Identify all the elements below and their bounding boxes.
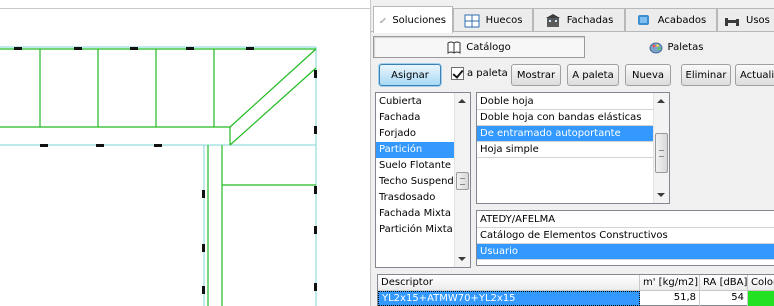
grid-cell-descriptor[interactable]: YL2x15+ATMW70+YL2x15 <box>378 291 640 306</box>
main-tab-bar: Soluciones Huecos Fachadas Acabados Usos <box>371 6 774 33</box>
tab-huecos[interactable]: Huecos <box>453 8 533 32</box>
column-header-mass[interactable]: m' [kg/m2] <box>640 275 700 291</box>
checkbox-checked-icon <box>451 67 464 80</box>
tab-fachadas[interactable]: Fachadas <box>533 8 625 32</box>
eliminar-button[interactable]: Eliminar <box>681 64 731 86</box>
category-list-item[interactable]: Suelo Flotante <box>376 158 454 174</box>
drawing-canvas[interactable] <box>0 0 370 306</box>
category-items: Cubierta Fachada Forjado Partición Suelo Flo… <box>376 94 454 238</box>
solution-type-list-item[interactable]: De entramado autoportante <box>477 126 653 142</box>
tab-acabados[interactable]: Acabados <box>625 8 717 32</box>
tab-usos[interactable]: Usos <box>717 8 774 32</box>
solution-type-items: Doble hoja Doble hoja con bandas elástica… <box>477 94 653 158</box>
solution-type-list[interactable]: Doble hoja Doble hoja con bandas elástica… <box>476 92 670 204</box>
asignar-button[interactable]: Asignar <box>379 64 441 86</box>
solutions-grid[interactable]: Descriptor m' [kg/m2] RA [dBA] Color YL2… <box>377 274 774 306</box>
catalog-source-list-item[interactable]: Usuario <box>477 244 774 260</box>
tab-huecos-label: Huecos <box>485 15 523 26</box>
solution-type-list-item[interactable]: Doble hoja con bandas elásticas <box>477 110 653 126</box>
mostrar-button[interactable]: Mostrar <box>511 64 561 86</box>
book-icon <box>447 41 461 54</box>
canvas-guide-lines <box>0 46 317 306</box>
category-scrollbar[interactable] <box>454 93 470 267</box>
paint-icon <box>637 14 649 25</box>
catalog-toolbar: Asignar a paleta Mostrar A paleta Nueva … <box>371 64 774 86</box>
solution-type-list-item[interactable]: Doble hoja <box>477 94 653 110</box>
nueva-button[interactable]: Nueva <box>625 64 671 86</box>
solution-type-scrollbar[interactable] <box>653 93 669 203</box>
bed-icon <box>725 17 739 26</box>
column-header-descriptor[interactable]: Descriptor <box>378 275 640 291</box>
category-list-item[interactable]: Cubierta <box>376 94 454 110</box>
scroll-down-arrow-icon[interactable] <box>657 193 665 197</box>
category-list-item[interactable]: Techo Suspendido <box>376 174 454 190</box>
scroll-up-arrow-icon[interactable] <box>458 99 466 103</box>
a-paleta-checkbox[interactable]: a paleta <box>451 67 508 80</box>
grid-cell-mass[interactable]: 51,8 <box>640 291 700 306</box>
subtab-paletas-label: Paletas <box>667 41 704 53</box>
tab-acabados-label: Acabados <box>657 15 707 26</box>
canvas-dimension-markers <box>14 47 317 294</box>
a-paleta-checkbox-label: a paleta <box>467 68 508 79</box>
palette-icon <box>649 42 663 53</box>
subtab-catalogo[interactable]: Catálogo <box>373 36 585 58</box>
category-list-item[interactable]: Partición <box>376 142 454 158</box>
tab-fachadas-label: Fachadas <box>566 15 614 26</box>
canvas-wall-lines <box>0 48 317 306</box>
building-icon <box>545 13 560 27</box>
column-header-ra[interactable]: RA [dBA] <box>700 275 748 291</box>
catalog-source-list[interactable]: ATEDY/AFELMA Catálogo de Elementos Constr… <box>476 210 774 266</box>
catalog-source-list-item[interactable]: ATEDY/AFELMA <box>477 212 774 228</box>
tab-soluciones-label: Soluciones <box>392 14 446 26</box>
scroll-up-arrow-icon[interactable] <box>657 99 665 103</box>
category-list-item[interactable]: Forjado <box>376 126 454 142</box>
catalog-source-list-item[interactable]: Catálogo de Elementos Constructivos <box>477 228 774 244</box>
pencil-icon <box>380 17 386 24</box>
actualizar-button[interactable]: Actualiz <box>735 64 774 86</box>
a-paleta-button[interactable]: A paleta <box>567 64 619 86</box>
grid-cell-ra[interactable]: 54 <box>700 291 748 306</box>
scroll-thumb[interactable] <box>655 133 668 173</box>
solution-type-list-item[interactable]: Hoja simple <box>477 142 653 158</box>
catalog-source-items: ATEDY/AFELMA Catálogo de Elementos Constr… <box>477 212 774 260</box>
category-list[interactable]: Cubierta Fachada Forjado Partición Suelo Flo… <box>375 92 471 268</box>
category-list-item[interactable]: Partición Mixta <box>376 222 454 238</box>
scroll-down-arrow-icon[interactable] <box>458 257 466 261</box>
scroll-thumb[interactable] <box>456 172 469 190</box>
grid-cell-color-swatch[interactable] <box>748 291 774 306</box>
column-header-color[interactable]: Color <box>748 275 774 291</box>
window-icon <box>464 14 480 27</box>
tab-soluciones[interactable]: Soluciones <box>373 6 453 33</box>
subtab-paletas[interactable]: Paletas <box>601 36 751 58</box>
properties-panel: Soluciones Huecos Fachadas Acabados Usos… <box>370 0 774 306</box>
tab-usos-label: Usos <box>746 15 770 26</box>
category-list-item[interactable]: Fachada <box>376 110 454 126</box>
category-list-item[interactable]: Fachada Mixta <box>376 206 454 222</box>
category-list-item[interactable]: Trasdosado <box>376 190 454 206</box>
subtab-catalogo-label: Catálogo <box>466 41 511 53</box>
